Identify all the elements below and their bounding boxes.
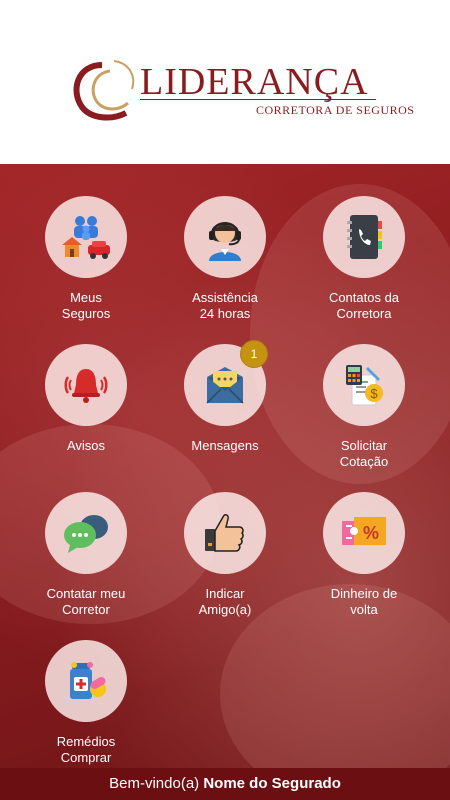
tile-label: Solicitar Cotação: [339, 438, 389, 469]
family-house-car-icon: [62, 216, 110, 259]
bell-icon: [64, 369, 108, 403]
svg-text:$: $: [370, 386, 378, 401]
brand-name: LIDERANÇA: [140, 61, 369, 103]
tile-circle[interactable]: [184, 492, 266, 574]
tile-circle[interactable]: $: [323, 344, 405, 426]
percent-ticket-icon: %: [342, 517, 386, 545]
chat-bubbles-icon: [64, 515, 108, 553]
brand-divider: [140, 99, 376, 100]
tile-circle[interactable]: [45, 344, 127, 426]
headset-agent-icon: [209, 222, 241, 261]
tile-circle[interactable]: [45, 492, 127, 574]
tile-circle[interactable]: %: [323, 492, 405, 574]
tile-label: Avisos: [66, 438, 106, 453]
tile-circle[interactable]: [323, 196, 405, 278]
tile-dinheiro-de-volta[interactable]: % Dinheiro de volta: [304, 492, 424, 618]
tile-label: Remédios Comprar: [56, 734, 116, 765]
tile-circle[interactable]: [45, 196, 127, 278]
medicine-icon: [70, 662, 106, 699]
calculator-quote-icon: $: [346, 365, 383, 406]
tile-contatos-corretora[interactable]: Contatos da Corretora: [304, 196, 424, 322]
envelope-icon: [206, 367, 244, 404]
welcome-greeting: Bem-vindo(a): [109, 775, 200, 792]
welcome-bar: Bem-vindo(a) Nome do Segurado: [0, 768, 450, 800]
tile-label: Dinheiro de volta: [330, 586, 398, 617]
thumbs-up-icon: [205, 514, 244, 552]
header: LIDERANÇA CORRETORA DE SEGUROS: [0, 0, 450, 164]
tile-circle[interactable]: [184, 196, 266, 278]
tile-label: Assistência 24 horas: [192, 290, 258, 321]
tile-indicar-amigo[interactable]: Indicar Amigo(a): [165, 492, 285, 618]
user-name: Nome do Segurado: [203, 775, 341, 792]
brand-tagline: CORRETORA DE SEGUROS: [256, 103, 415, 117]
tile-mensagens[interactable]: 1 Mensagens: [165, 340, 285, 454]
phone-book-icon: [347, 215, 382, 259]
tile-label: Mensagens: [191, 438, 259, 453]
tile-label: Indicar Amigo(a): [198, 586, 252, 617]
tile-contatar-corretor[interactable]: Contatar meu Corretor: [26, 492, 146, 618]
menu-grid: Meus Seguros Assistência 24 horas Contat…: [0, 164, 450, 768]
tile-circle[interactable]: 1: [184, 340, 268, 426]
tile-remedios-comprar[interactable]: Remédios Comprar: [26, 640, 146, 766]
tile-label: Contatos da Corretora: [328, 290, 400, 321]
tile-meus-seguros[interactable]: Meus Seguros: [26, 196, 146, 322]
svg-text:%: %: [363, 523, 379, 543]
tile-circle[interactable]: [45, 640, 127, 722]
tile-solicitar-cotacao[interactable]: $ Solicitar Cotação: [304, 344, 424, 470]
tile-label: Contatar meu Corretor: [46, 586, 126, 617]
tile-avisos[interactable]: Avisos: [26, 344, 146, 454]
tile-assistencia[interactable]: Assistência 24 horas: [165, 196, 285, 322]
unread-badge: 1: [240, 340, 268, 368]
tile-label: Meus Seguros: [61, 290, 111, 321]
